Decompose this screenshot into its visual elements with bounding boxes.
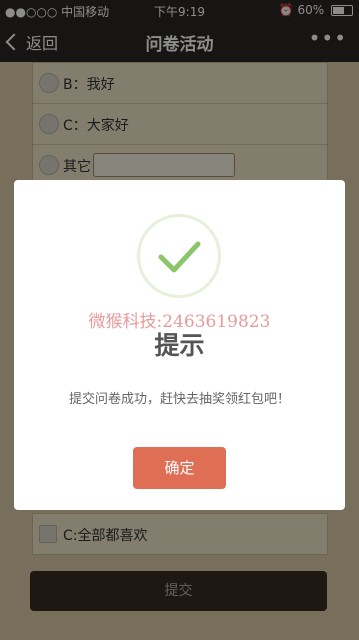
confirm-button[interactable]: 确定 <box>133 447 226 489</box>
checkmark-icon <box>158 241 201 273</box>
success-dialog: 微猴科技:2463619823 提示 提交问卷成功，赶快去抽奖领红包吧！ 确定 <box>14 180 345 510</box>
dialog-message: 提交问卷成功，赶快去抽奖领红包吧！ <box>68 392 290 407</box>
dialog-title: 提示 <box>154 331 205 360</box>
modal-overlay: 微猴科技:2463619823 提示 提交问卷成功，赶快去抽奖领红包吧！ 确定 <box>0 0 359 640</box>
success-check-icon <box>137 214 221 298</box>
